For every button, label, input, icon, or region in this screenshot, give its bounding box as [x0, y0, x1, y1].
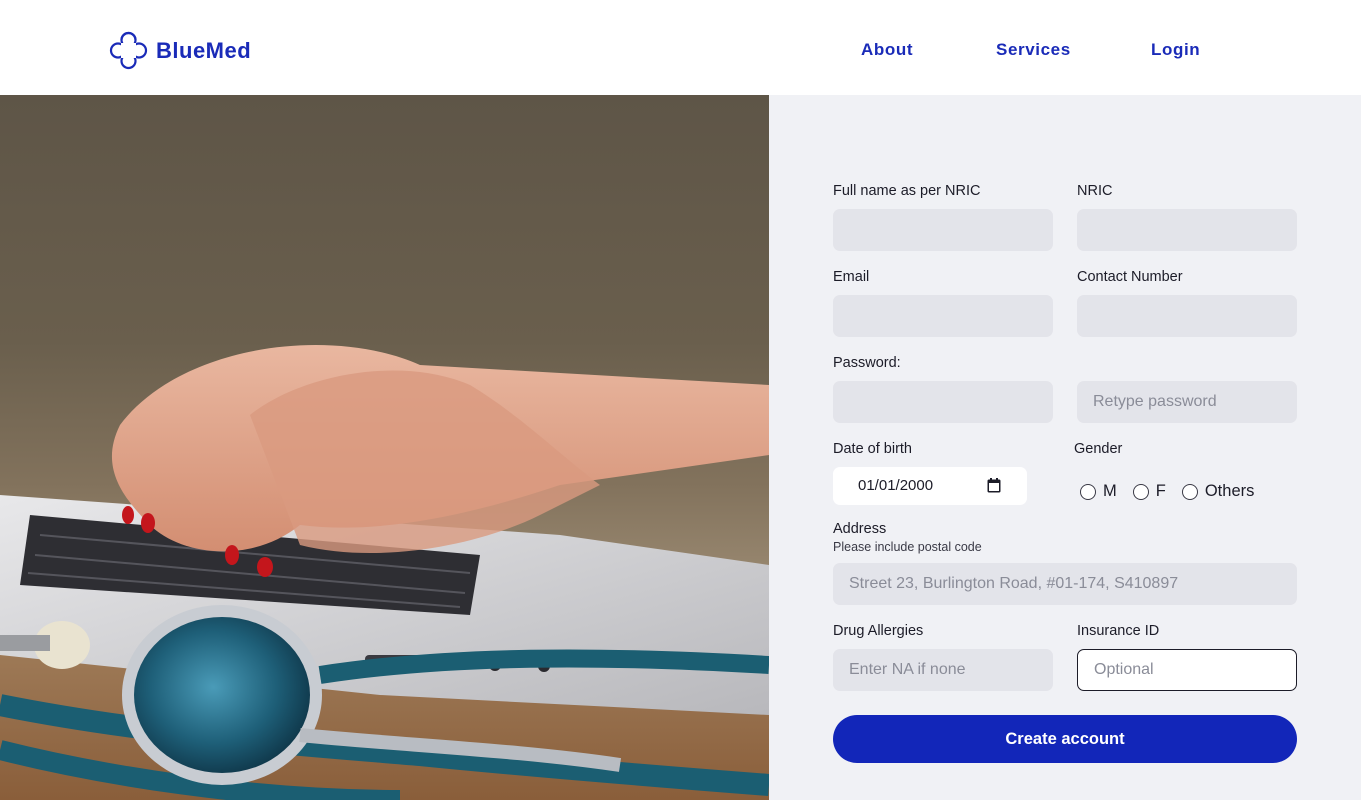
address-label: Address [833, 521, 887, 537]
gender-label-m: M [1103, 482, 1117, 500]
insurance-label: Insurance ID [1077, 623, 1160, 639]
medical-cross-icon [109, 31, 148, 70]
create-account-button[interactable]: Create account [833, 715, 1297, 763]
gender-option-others[interactable]: Others [1181, 482, 1255, 501]
allergies-label: Drug Allergies [833, 623, 924, 639]
address-hint: Please include postal code [833, 540, 982, 554]
radio-button[interactable] [1181, 483, 1198, 500]
nric-input[interactable] [1077, 209, 1297, 251]
nav-login[interactable]: Login [1151, 40, 1200, 60]
radio-button[interactable] [1132, 483, 1149, 500]
gender-radio-group: M F Others [1080, 482, 1270, 501]
full-name-input[interactable] [833, 209, 1053, 251]
top-header: BlueMed About Services Login [0, 0, 1361, 95]
radio-button[interactable] [1080, 483, 1096, 500]
email-label: Email [833, 269, 870, 285]
calendar-icon[interactable] [987, 478, 1001, 493]
password-input[interactable] [833, 381, 1053, 423]
laptop-stethoscope-photo [0, 345, 769, 800]
retype-password-input[interactable] [1077, 381, 1297, 423]
dob-input[interactable]: 01/01/2000 [833, 467, 1027, 505]
allergies-input[interactable] [833, 649, 1053, 691]
password-label: Password: [833, 355, 901, 371]
gender-option-m[interactable]: M [1080, 482, 1117, 501]
insurance-input[interactable] [1077, 649, 1297, 691]
brand-name: BlueMed [156, 37, 252, 63]
contact-label: Contact Number [1077, 269, 1183, 285]
nav-about[interactable]: About [861, 40, 913, 60]
gender-label-f: F [1155, 482, 1166, 500]
full-name-label: Full name as per NRIC [833, 183, 981, 199]
dob-value: 01/01/2000 [858, 477, 934, 494]
gender-label-others: Others [1204, 482, 1255, 500]
email-input[interactable] [833, 295, 1053, 337]
gender-option-f[interactable]: F [1132, 482, 1166, 501]
nric-label: NRIC [1077, 183, 1113, 199]
dob-label: Date of birth [833, 441, 912, 457]
contact-input[interactable] [1077, 295, 1297, 337]
brand-logo[interactable]: BlueMed [109, 31, 251, 70]
address-input[interactable] [833, 563, 1297, 605]
gender-label: Gender [1074, 441, 1123, 457]
nav-services[interactable]: Services [996, 40, 1071, 60]
hero-image [0, 95, 769, 800]
